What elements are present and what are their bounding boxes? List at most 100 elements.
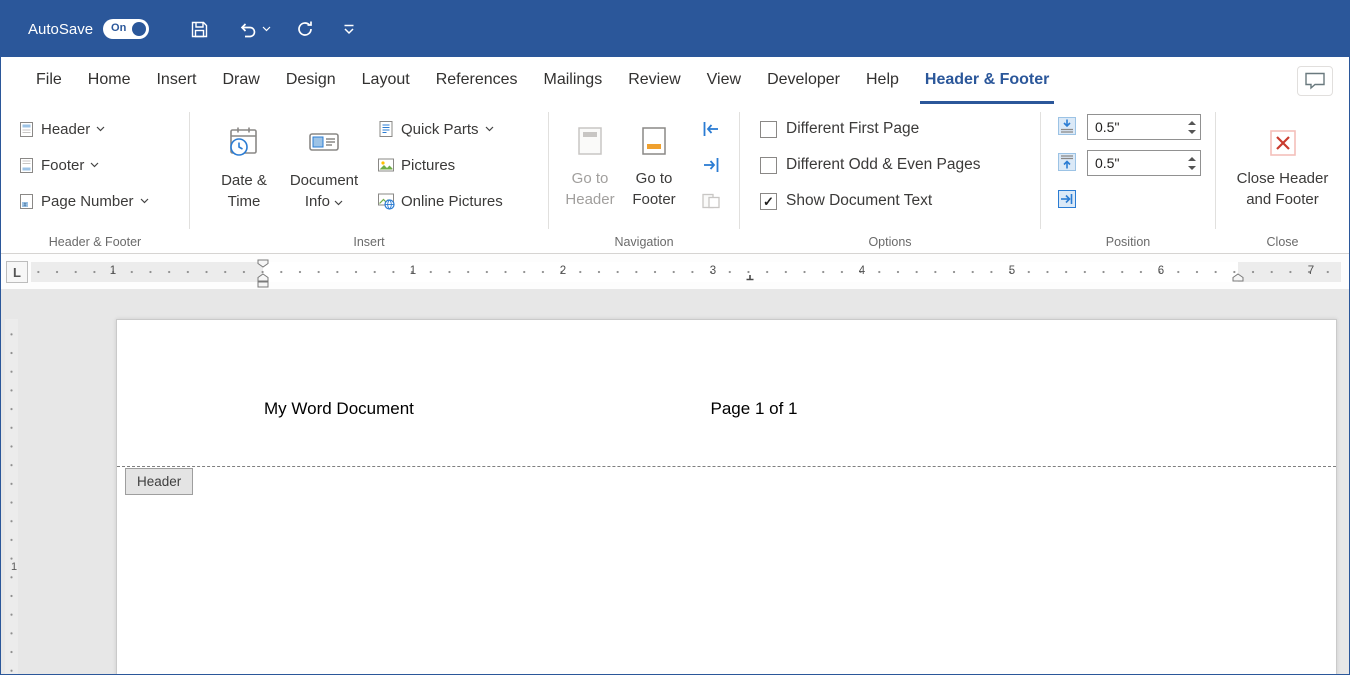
tab-stop-selector[interactable]: L <box>6 261 28 283</box>
go-to-footer-icon <box>637 124 671 158</box>
date-time-button[interactable]: Date & Time <box>206 110 282 228</box>
tab-file[interactable]: File <box>23 57 75 104</box>
link-to-previous-icon <box>700 190 722 212</box>
save-button[interactable] <box>189 19 210 40</box>
close-header-footer-label: Close Header and Footer <box>1224 168 1341 210</box>
footer-icon <box>18 157 35 174</box>
save-icon <box>189 19 210 40</box>
tab-references[interactable]: References <box>423 57 531 104</box>
insert-alignment-tab-button[interactable] <box>1057 189 1077 214</box>
header-button[interactable]: Header <box>13 116 110 142</box>
checkbox-box[interactable]: ✓ <box>760 193 777 210</box>
document-info-button[interactable]: Document Info <box>286 110 362 228</box>
redo-icon <box>295 19 315 39</box>
go-to-footer-label: Go to Footer <box>625 168 683 210</box>
toggle-knob <box>132 22 146 36</box>
tab-design[interactable]: Design <box>273 57 349 104</box>
header-text-center[interactable]: Page 1 of 1 <box>711 399 798 419</box>
right-indent-marker[interactable] <box>1232 273 1244 282</box>
tab-developer[interactable]: Developer <box>754 57 853 104</box>
undo-dropdown-button[interactable] <box>262 26 271 32</box>
header-boundary-line <box>117 466 1336 467</box>
pictures-button[interactable]: Pictures <box>372 152 460 178</box>
ribbon-group-navigation: Go to Header Go to Footer Navigation <box>549 104 739 253</box>
footer-from-bottom-value: 0.5" <box>1088 155 1184 171</box>
ruler-number: 4 <box>859 265 865 277</box>
header-section-tag: Header <box>125 468 193 495</box>
ribbon-group-options: Different First Page Different Odd & Eve… <box>740 104 1040 253</box>
customize-quick-access-button[interactable] <box>341 21 357 37</box>
online-pictures-button[interactable]: Online Pictures <box>372 188 508 214</box>
ribbon-group-header-footer: Header Footer # Page Number Header & Foo… <box>1 104 189 253</box>
header-from-top-value: 0.5" <box>1088 119 1184 135</box>
spin-up-button[interactable] <box>1188 121 1196 125</box>
header-from-top-icon <box>1057 116 1077 136</box>
spin-down-button[interactable] <box>1188 166 1196 170</box>
tab-header-and-footer[interactable]: Header & Footer <box>912 57 1062 104</box>
next-icon <box>700 154 722 176</box>
tab-layout[interactable]: Layout <box>349 57 423 104</box>
tab-view[interactable]: View <box>694 57 754 104</box>
redo-button[interactable] <box>295 19 315 39</box>
go-to-footer-button[interactable]: Go to Footer <box>625 110 683 228</box>
hanging-indent-marker[interactable] <box>257 273 269 288</box>
chevron-down-icon <box>262 26 271 32</box>
chevron-down-icon <box>90 162 99 168</box>
footer-from-bottom-button[interactable] <box>1057 152 1077 177</box>
tab-draw[interactable]: Draw <box>209 57 272 104</box>
first-line-indent-marker[interactable] <box>257 259 269 268</box>
group-label-header-footer: Header & Footer <box>1 235 189 249</box>
footer-button-label: Footer <box>41 157 84 174</box>
tab-insert[interactable]: Insert <box>143 57 209 104</box>
chevron-down-icon <box>96 126 105 132</box>
spin-up-button[interactable] <box>1188 157 1196 161</box>
page-number-icon: # <box>18 193 35 210</box>
undo-button[interactable] <box>238 19 258 39</box>
footer-from-bottom-input[interactable]: 0.5" <box>1087 150 1201 176</box>
group-label-navigation: Navigation <box>549 235 739 249</box>
tab-mailings[interactable]: Mailings <box>531 57 616 104</box>
link-to-previous-button[interactable] <box>695 188 727 214</box>
autosave-state: On <box>111 22 126 34</box>
document-info-icon <box>306 124 342 160</box>
online-pictures-label: Online Pictures <box>401 193 503 210</box>
checkbox-different-odd-even-pages[interactable]: Different Odd & Even Pages <box>760 152 980 178</box>
ruler-number: 3 <box>710 265 716 277</box>
tab-review[interactable]: Review <box>615 57 693 104</box>
ribbon-group-close: Close Header and Footer Close <box>1216 104 1349 253</box>
tab-home[interactable]: Home <box>75 57 144 104</box>
checkbox-show-document-text[interactable]: ✓ Show Document Text <box>760 188 932 214</box>
header-from-top-button[interactable] <box>1057 116 1077 141</box>
autosave-label: AutoSave <box>28 21 93 38</box>
spin-down-button[interactable] <box>1188 130 1196 134</box>
go-to-header-button[interactable]: Go to Header <box>561 110 619 228</box>
previous-icon <box>700 118 722 140</box>
center-tab-stop-marker[interactable] <box>745 274 755 282</box>
group-label-close: Close <box>1216 235 1349 249</box>
tab-help[interactable]: Help <box>853 57 912 104</box>
document-page[interactable]: My Word Document Page 1 of 1 Header <box>116 319 1337 674</box>
vertical-ruler: 1 <box>5 319 18 674</box>
header-from-top-input[interactable]: 0.5" <box>1087 114 1201 140</box>
header-text-left[interactable]: My Word Document <box>264 399 414 419</box>
checkbox-box[interactable] <box>760 157 777 174</box>
quick-parts-label: Quick Parts <box>401 121 479 138</box>
date-time-label: Date & Time <box>206 170 282 212</box>
autosave-toggle[interactable]: On <box>103 19 149 39</box>
comments-button[interactable] <box>1297 66 1333 96</box>
checkbox-different-first-page[interactable]: Different First Page <box>760 116 919 142</box>
close-header-footer-button[interactable]: Close Header and Footer <box>1224 110 1341 228</box>
ribbon-group-position: 0.5" 0.5" Position <box>1041 104 1215 253</box>
alignment-tab-icon <box>1057 189 1077 209</box>
checkbox-box[interactable] <box>760 121 777 138</box>
group-label-position: Position <box>1041 235 1215 249</box>
footer-button[interactable]: Footer <box>13 152 104 178</box>
quick-parts-button[interactable]: Quick Parts <box>372 116 499 142</box>
ruler-number: 2 <box>560 265 566 277</box>
page-number-button[interactable]: # Page Number <box>13 188 154 214</box>
ruler-number: 6 <box>1158 265 1164 277</box>
next-button[interactable] <box>695 152 727 178</box>
checkbox-label: Show Document Text <box>786 192 932 210</box>
previous-button[interactable] <box>695 116 727 142</box>
document-info-label: Document Info <box>290 172 358 210</box>
